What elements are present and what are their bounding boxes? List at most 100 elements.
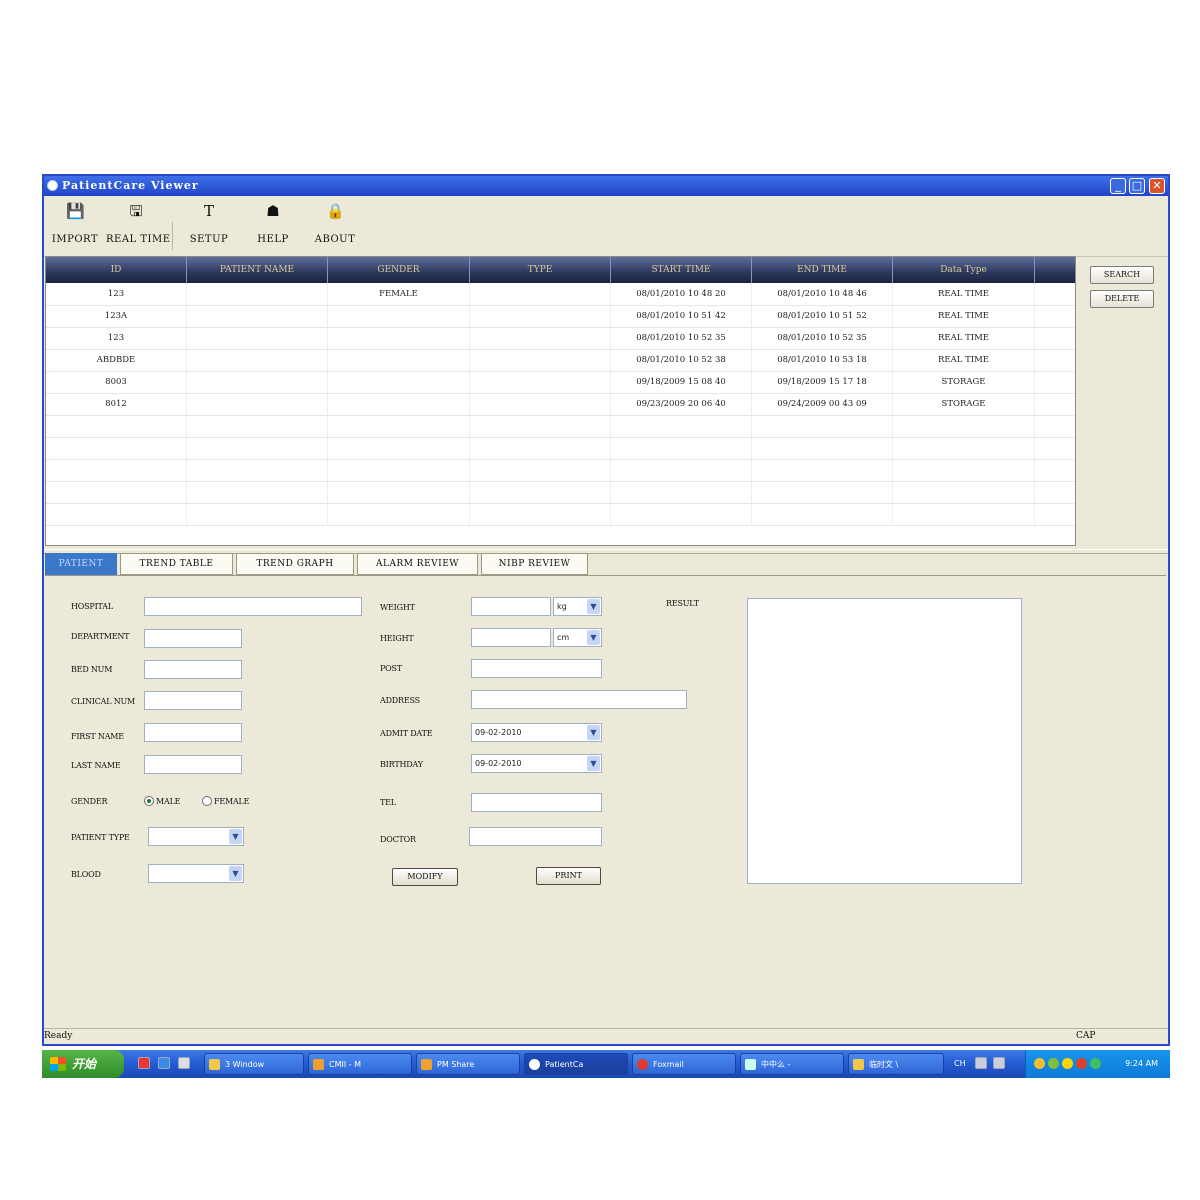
table-row[interactable] <box>46 415 1075 438</box>
table-cell: 08/01/2010 10 48 20 <box>611 283 752 305</box>
setup-button[interactable]: T SETUP <box>184 202 234 252</box>
column-header[interactable]: TYPE <box>470 257 611 283</box>
hospital-field[interactable] <box>144 597 362 616</box>
table-cell <box>752 459 893 481</box>
import-button[interactable]: 💾 IMPORT <box>50 202 100 252</box>
shield-icon[interactable] <box>1090 1058 1101 1069</box>
quicklaunch-icon[interactable] <box>138 1057 150 1069</box>
table-cell <box>187 459 328 481</box>
about-button[interactable]: 🔒 ABOUT <box>310 202 360 252</box>
height-unit-select[interactable]: cm ▼ <box>553 628 602 647</box>
table-cell: REAL TIME <box>893 349 1035 371</box>
tray-icon[interactable] <box>1034 1058 1045 1069</box>
birthday-picker[interactable]: 09-02-2010 ▼ <box>471 754 602 773</box>
keyboard-icon[interactable] <box>975 1057 987 1069</box>
first-name-field[interactable] <box>144 723 242 742</box>
female-radio[interactable] <box>202 796 212 806</box>
table-cell <box>893 459 1035 481</box>
real-time-button[interactable]: 🖫 REAL TIME <box>106 202 170 252</box>
table-cell <box>328 305 470 327</box>
table-cell <box>611 415 752 437</box>
table-cell <box>187 437 328 459</box>
column-header[interactable]: END TIME <box>752 257 893 283</box>
table-cell <box>328 327 470 349</box>
doctor-field[interactable] <box>469 827 602 846</box>
table-cell <box>611 437 752 459</box>
table-row[interactable] <box>46 481 1075 504</box>
delete-button[interactable]: DELETE <box>1090 290 1154 308</box>
department-field[interactable] <box>144 629 242 648</box>
post-field[interactable] <box>471 659 602 678</box>
taskbar-item-window[interactable]: 3 Window <box>204 1053 304 1075</box>
weight-unit-select[interactable]: kg ▼ <box>553 597 602 616</box>
tab-alarm-review[interactable]: ALARM REVIEW <box>357 553 478 575</box>
table-row[interactable]: 8012 09/23/2009 20 06 40 09/24/2009 00 43 … <box>46 393 1075 416</box>
taskbar-item-chat[interactable]: 中中么 - <box>740 1053 844 1075</box>
ime-icon[interactable] <box>993 1057 1005 1069</box>
close-button[interactable]: ✕ <box>1149 178 1165 194</box>
table-cell <box>470 503 611 525</box>
table-cell <box>187 393 328 415</box>
table-row[interactable]: 123 08/01/2010 10 52 35 08/01/2010 10 52 3… <box>46 327 1075 350</box>
table-cell: 09/18/2009 15 17 18 <box>752 371 893 393</box>
help-button[interactable]: ☗ HELP <box>248 202 298 252</box>
table-row[interactable] <box>46 459 1075 482</box>
address-field[interactable] <box>471 690 687 709</box>
taskbar-item-share[interactable]: PM Share <box>416 1053 520 1075</box>
table-cell: REAL TIME <box>893 283 1035 305</box>
table-cell: STORAGE <box>893 393 1035 415</box>
table-row[interactable] <box>46 503 1075 526</box>
taskbar-item-patientcare[interactable]: PatientCa <box>524 1053 628 1075</box>
taskbar-item-cmii[interactable]: CMII - M <box>308 1053 412 1075</box>
table-row[interactable]: 8003 09/18/2009 15 08 40 09/18/2009 15 17 … <box>46 371 1075 394</box>
table-cell <box>752 415 893 437</box>
title-bar[interactable]: PatientCare Viewer _ □ ✕ <box>44 176 1168 196</box>
tab-patient[interactable]: PATIENT <box>45 553 117 575</box>
column-header[interactable]: GENDER <box>328 257 470 283</box>
record-grid[interactable]: ID PATIENT NAME GENDER TYPE START TIME END TI… <box>45 256 1076 546</box>
column-header[interactable]: PATIENT NAME <box>187 257 328 283</box>
table-row[interactable]: ABDBDE 08/01/2010 10 52 38 08/01/2010 10 5… <box>46 349 1075 372</box>
column-header[interactable]: ID <box>46 257 187 283</box>
table-row[interactable]: 123 FEMALE 08/01/2010 10 48 20 08/01/2010 1… <box>46 283 1075 306</box>
tab-trend-graph[interactable]: TREND GRAPH <box>236 553 354 575</box>
start-label: 开始 <box>72 1057 97 1071</box>
table-row[interactable] <box>46 437 1075 460</box>
print-button[interactable]: PRINT <box>536 867 601 885</box>
tab-nibp-review[interactable]: NIBP REVIEW <box>481 553 588 575</box>
weight-unit-value: kg <box>557 602 567 611</box>
browser-icon[interactable] <box>158 1057 170 1069</box>
minimize-button[interactable]: _ <box>1110 178 1126 194</box>
bed-num-field[interactable] <box>144 660 242 679</box>
modify-button[interactable]: MODIFY <box>392 868 458 886</box>
tray-icon[interactable] <box>1048 1058 1059 1069</box>
tray-icon[interactable] <box>1062 1058 1073 1069</box>
column-header[interactable]: START TIME <box>611 257 752 283</box>
clinical-num-field[interactable] <box>144 691 242 710</box>
male-radio[interactable] <box>144 796 154 806</box>
admit-date-picker[interactable]: 09-02-2010 ▼ <box>471 723 602 742</box>
desktop-icon[interactable] <box>178 1057 190 1069</box>
blood-select[interactable]: ▼ <box>148 864 244 883</box>
last-name-field[interactable] <box>144 755 242 774</box>
tab-trend-table[interactable]: TREND TABLE <box>120 553 233 575</box>
tel-field[interactable] <box>471 793 602 812</box>
about-label: ABOUT <box>314 234 356 245</box>
language-indicator[interactable]: CH <box>954 1050 966 1078</box>
start-button[interactable]: 开始 <box>42 1050 124 1078</box>
search-button[interactable]: SEARCH <box>1090 266 1154 284</box>
table-cell <box>470 327 611 349</box>
patient-type-select[interactable]: ▼ <box>148 827 244 846</box>
tray-icon[interactable] <box>1076 1058 1087 1069</box>
patient-type-label: PATIENT TYPE <box>71 833 130 842</box>
weight-field[interactable] <box>471 597 551 616</box>
table-cell: 123 <box>46 327 187 349</box>
maximize-button[interactable]: □ <box>1129 178 1145 194</box>
column-header[interactable]: Data Type <box>893 257 1035 283</box>
table-row[interactable]: 123A 08/01/2010 10 51 42 08/01/2010 10 51 … <box>46 305 1075 328</box>
taskbar-item-foxmail[interactable]: Foxmail <box>632 1053 736 1075</box>
height-field[interactable] <box>471 628 551 647</box>
table-cell <box>187 305 328 327</box>
result-box[interactable] <box>747 598 1022 884</box>
taskbar-item-temp[interactable]: 临时文 \ <box>848 1053 944 1075</box>
